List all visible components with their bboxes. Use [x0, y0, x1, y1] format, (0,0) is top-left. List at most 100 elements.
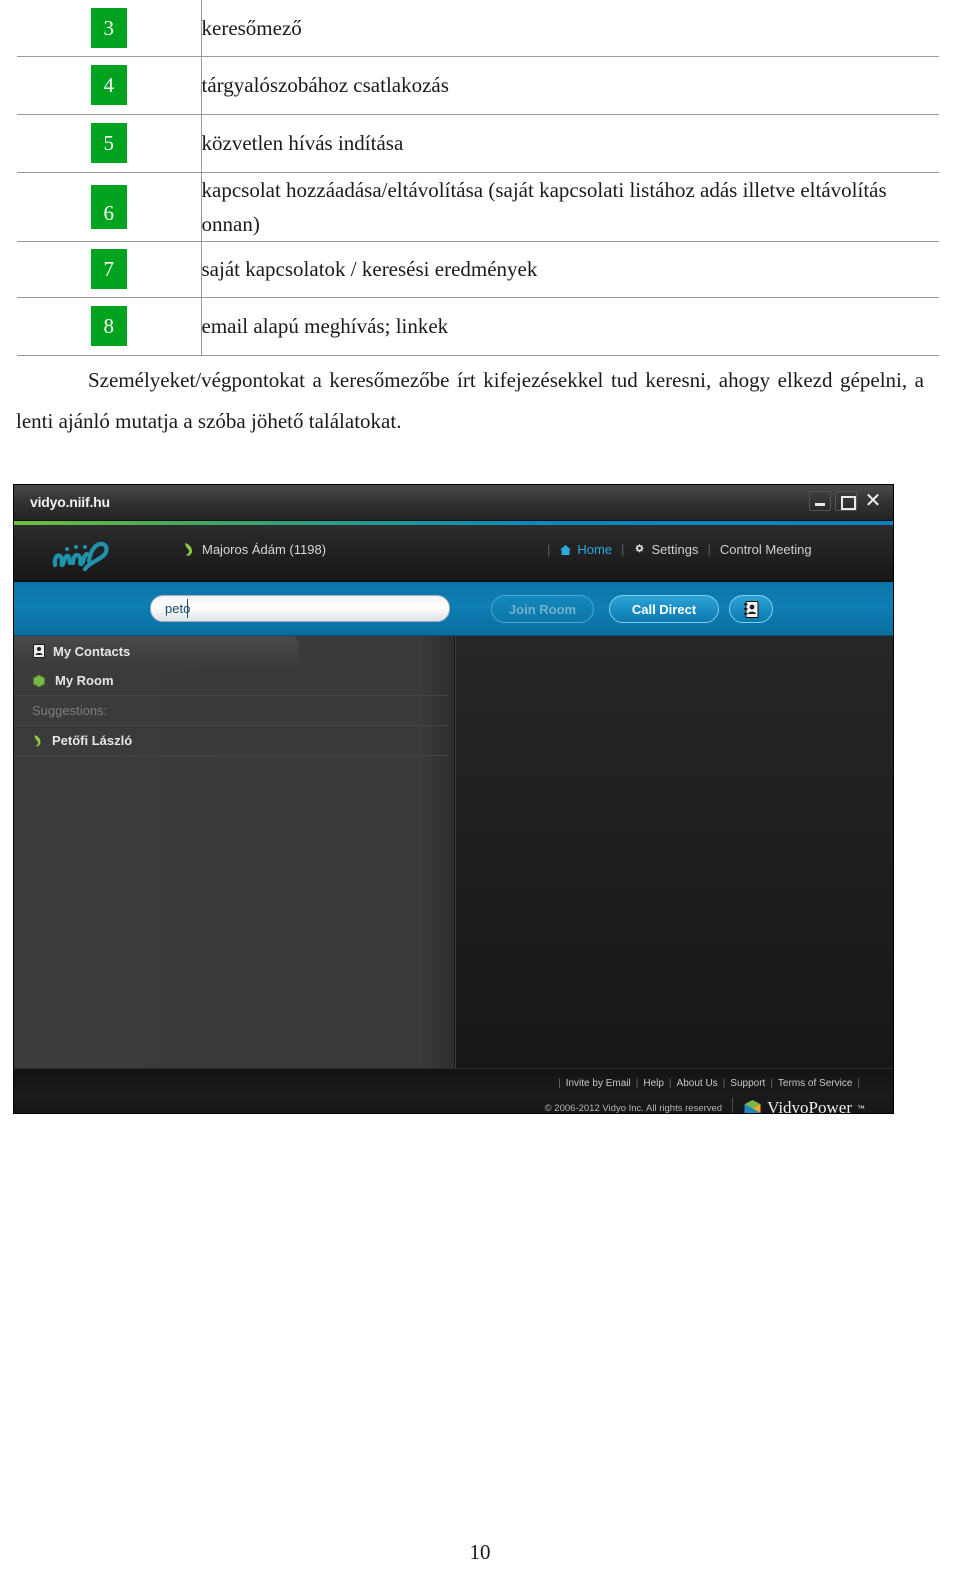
- legend-table: 3 keresőmező 4 tárgyalószobához csatlako…: [17, 0, 939, 356]
- app-header: Majoros Ádám (1198) | Home | Settings | …: [14, 525, 893, 582]
- vidyo-app-window: vidyo.niif.hu ✕ Majoros Ádám (1198) | Ho…: [14, 485, 893, 1113]
- table-cell-description: kapcsolat hozzáadása/eltávolítása (saját…: [201, 171, 939, 242]
- nav-item-home[interactable]: Home: [559, 542, 612, 557]
- legend-badge: 3: [90, 7, 127, 48]
- address-book-icon: [743, 600, 759, 618]
- table-row: 8 email alapú meghívás; linkek: [17, 296, 939, 356]
- table-cell-number: 5: [17, 113, 202, 173]
- text-caret: [187, 599, 188, 618]
- table-row: 5 közvetlen hívás indítása: [17, 113, 939, 173]
- table-cell-number: 8: [17, 296, 202, 356]
- footer-links: | Invite by Email | Help | About Us | Su…: [553, 1078, 865, 1089]
- trademark-symbol: ™: [857, 1103, 865, 1113]
- my-room-label: My Room: [55, 673, 114, 688]
- minimize-icon[interactable]: [809, 491, 831, 511]
- current-user: Majoros Ádám (1198): [182, 542, 326, 557]
- footer-link-invite-by-email[interactable]: Invite by Email: [566, 1078, 631, 1089]
- footer-link-help[interactable]: Help: [643, 1078, 664, 1089]
- legend-badge: 5: [90, 123, 127, 163]
- legend-description: keresőmező: [201, 15, 302, 40]
- footer-separator: |: [857, 1078, 860, 1089]
- nav-label-settings: Settings: [651, 542, 699, 557]
- page-number: 10: [469, 1540, 491, 1564]
- user-status-icon: [182, 542, 195, 557]
- table-cell-number: 6: [17, 171, 202, 242]
- nav-item-settings[interactable]: Settings: [633, 542, 698, 557]
- tab-my-contacts-label: My Contacts: [53, 643, 131, 659]
- table-cell-description: saját kapcsolatok / keresési eredmények: [201, 240, 939, 298]
- close-icon[interactable]: ✕: [861, 491, 885, 511]
- nav-item-control-meeting[interactable]: Control Meeting: [720, 542, 812, 557]
- join-room-button[interactable]: Join Room: [491, 595, 594, 623]
- table-row: 3 keresőmező: [17, 0, 939, 57]
- vidyopower-brand: VidyoPower ™: [732, 1098, 865, 1113]
- legend-description: kapcsolat hozzáadása/eltávolítása (saját…: [201, 177, 887, 236]
- user-name: Majoros Ádám (1198): [202, 542, 327, 557]
- body-paragraph: Személyeket/végpontokat a keresőmezőbe í…: [16, 368, 924, 433]
- table-cell-number: 4: [17, 55, 202, 115]
- footer-link-about-us[interactable]: About Us: [677, 1078, 718, 1089]
- main-content-area: [455, 636, 893, 1068]
- panel-empty-space: [14, 756, 448, 782]
- contacts-tab-strip: My Contacts: [14, 636, 454, 666]
- table-row: 6 kapcsolat hozzáadása/eltávolítása (saj…: [17, 171, 939, 242]
- address-book-button[interactable]: [729, 595, 773, 623]
- contacts-panel: My Contacts My Room Suggestions: Petőfi …: [14, 636, 455, 1068]
- table-cell-number: 3: [17, 0, 202, 57]
- window-title: vidyo.niif.hu: [30, 494, 110, 510]
- search-input[interactable]: [150, 595, 450, 622]
- suggestions-header: Suggestions:: [14, 696, 448, 726]
- legend-description: tárgyalószobához csatlakozás: [201, 73, 449, 97]
- nav-separator: |: [621, 542, 625, 557]
- footer-separator: |: [635, 1078, 639, 1089]
- table-cell-description: közvetlen hívás indítása: [201, 113, 939, 173]
- call-direct-label: Call Direct: [631, 601, 697, 617]
- nav-separator: |: [547, 542, 551, 557]
- legend-badge: 7: [90, 249, 127, 289]
- home-icon: [559, 544, 572, 556]
- footer-separator: |: [558, 1078, 561, 1089]
- footer-link-terms-of-service[interactable]: Terms of Service: [778, 1078, 852, 1089]
- window-controls: ✕: [809, 491, 885, 511]
- gear-icon: [633, 543, 646, 556]
- list-item-my-room[interactable]: My Room: [14, 666, 448, 696]
- nav-separator: |: [707, 542, 711, 557]
- person-status-icon: [32, 734, 43, 748]
- legend-badge: 8: [90, 306, 127, 346]
- table-cell-number: 7: [17, 240, 202, 298]
- niif-logo-icon: [49, 535, 119, 573]
- table-row: 4 tárgyalószobához csatlakozás: [17, 55, 939, 115]
- legend-description: email alapú meghívás; linkek: [201, 314, 449, 338]
- search-toolbar: Join Room Call Direct: [14, 582, 893, 636]
- footer-link-support[interactable]: Support: [730, 1078, 765, 1089]
- footer-separator: |: [770, 1078, 773, 1089]
- table-row: 7 saját kapcsolatok / keresési eredménye…: [17, 240, 939, 298]
- nav-label-control-meeting: Control Meeting: [719, 542, 812, 557]
- contacts-icon: [32, 644, 45, 658]
- app-footer: | Invite by Email | Help | About Us | Su…: [14, 1068, 893, 1113]
- tab-my-contacts[interactable]: My Contacts: [14, 636, 299, 666]
- legend-description: saját kapcsolatok / keresési eredmények: [201, 257, 538, 281]
- header-nav: | Home | Settings | Control Meeting: [538, 542, 812, 557]
- room-icon: [32, 673, 46, 688]
- legend-description: közvetlen hívás indítása: [201, 131, 404, 155]
- vidyopower-label: VidyoPower: [767, 1098, 852, 1113]
- footer-separator: |: [668, 1078, 672, 1089]
- suggestion-name: Petőfi László: [52, 733, 133, 748]
- legend-badge: 6: [90, 184, 127, 229]
- maximize-icon[interactable]: [835, 491, 857, 511]
- vidyopower-logo-icon: [743, 1099, 762, 1113]
- suggestions-label: Suggestions:: [32, 703, 108, 718]
- call-direct-button[interactable]: Call Direct: [609, 595, 719, 623]
- window-titlebar: vidyo.niif.hu ✕: [14, 485, 893, 521]
- nav-label-home: Home: [577, 542, 613, 557]
- app-main-area: My Contacts My Room Suggestions: Petőfi …: [14, 636, 893, 1068]
- footer-copyright: © 2006-2012 Vidyo Inc. All rights reserv…: [544, 1102, 723, 1114]
- join-room-label: Join Room: [508, 601, 577, 617]
- document-page: 3 keresőmező 4 tárgyalószobához csatlako…: [0, 0, 960, 1592]
- footer-separator: |: [722, 1078, 726, 1089]
- footer-copyright-row: © 2006-2012 Vidyo Inc. All rights reserv…: [545, 1098, 865, 1113]
- table-cell-description: keresőmező: [201, 0, 939, 57]
- table-cell-description: tárgyalószobához csatlakozás: [201, 55, 939, 115]
- list-item[interactable]: Petőfi László: [14, 726, 448, 756]
